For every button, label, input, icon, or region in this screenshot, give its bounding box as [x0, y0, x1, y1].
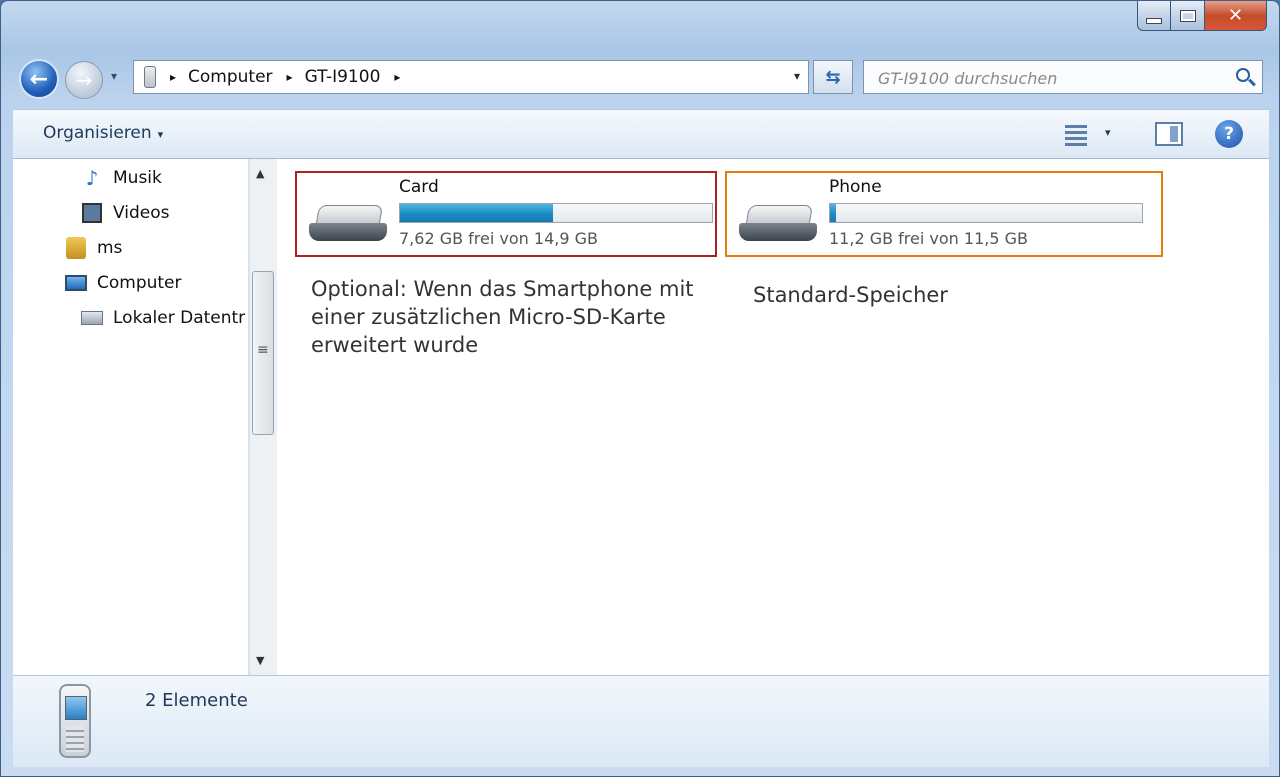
minimize-icon: [1146, 17, 1162, 24]
forward-button[interactable]: →: [65, 61, 103, 99]
drive-phone[interactable]: Phone 11,2 GB frei von 11,5 GB: [725, 171, 1163, 257]
sidebar-item-local-disk[interactable]: Lokaler Datentr: [81, 307, 245, 329]
forward-arrow-icon: →: [75, 68, 93, 92]
navigation-bar: ← → ▾ ▸ Computer ▸ GT-I9100 ▸ ▾ ⇆: [1, 53, 1279, 103]
refresh-button[interactable]: ⇆: [813, 60, 853, 94]
address-dropdown-icon[interactable]: ▾: [794, 69, 800, 83]
explorer-window: ✕ ← → ▾ ▸ Computer ▸ GT-I9100 ▸ ▾ ⇆ Orga…: [0, 0, 1280, 777]
breadcrumb-computer[interactable]: Computer: [188, 67, 273, 87]
command-bar: Organisieren ▾ ▾ ?: [13, 109, 1269, 159]
view-options-icon[interactable]: [1065, 122, 1093, 148]
search-box[interactable]: [863, 60, 1263, 95]
sidebar-item-computer[interactable]: Computer: [65, 272, 182, 294]
recent-pages-button[interactable]: ▾: [111, 69, 117, 83]
sidebar-item-musik[interactable]: ♪ Musik: [81, 166, 162, 190]
close-button[interactable]: ✕: [1205, 1, 1267, 31]
music-icon: ♪: [85, 166, 99, 190]
removable-drive-icon: [309, 205, 387, 245]
annotation-card: Optional: Wenn das Smartphone mit einer …: [311, 277, 694, 357]
breadcrumb-separator-icon[interactable]: ▸: [170, 70, 176, 84]
maximize-button[interactable]: [1171, 1, 1205, 31]
minimize-button[interactable]: [1137, 1, 1171, 31]
annotation-phone: Standard-Speicher: [753, 283, 948, 307]
search-icon[interactable]: [1236, 68, 1250, 82]
chevron-down-icon: ▾: [157, 128, 164, 141]
video-icon: [82, 203, 102, 223]
close-icon: ✕: [1227, 5, 1244, 26]
refresh-icon: ⇆: [825, 66, 841, 88]
caption-buttons: ✕: [1137, 1, 1267, 33]
sidebar-item-label: Lokaler Datentr: [113, 308, 246, 328]
scroll-up-icon[interactable]: ▲: [256, 167, 264, 180]
back-button[interactable]: ←: [19, 59, 59, 99]
phone-icon: [144, 66, 156, 88]
sidebar-item-label: Videos: [113, 203, 170, 223]
sidebar-item-label: ms: [97, 238, 123, 258]
storage-bar: [829, 203, 1143, 223]
breadcrumb-device[interactable]: GT-I9100: [305, 67, 381, 87]
navigation-scrollbar[interactable]: ▲ ▼: [249, 159, 277, 675]
sidebar-item-ms[interactable]: ms: [65, 237, 122, 259]
content-pane: Card 7,62 GB frei von 14,9 GB Phone 11,2…: [277, 159, 1269, 675]
breadcrumb-separator-icon[interactable]: ▸: [287, 70, 293, 84]
drive-free-space: 11,2 GB frei von 11,5 GB: [829, 229, 1028, 248]
navigation-pane: ♪ Musik Videos ms Computer Lokaler Daten…: [13, 159, 249, 675]
scroll-thumb[interactable]: [252, 271, 274, 435]
sidebar-item-label: Computer: [97, 273, 182, 293]
drive-name: Phone: [829, 177, 882, 197]
address-bar[interactable]: ▸ Computer ▸ GT-I9100 ▸ ▾: [133, 60, 809, 94]
sidebar-item-videos[interactable]: Videos: [81, 202, 170, 224]
removable-drive-icon: [739, 205, 817, 245]
drive-name: Card: [399, 177, 439, 197]
drive-card[interactable]: Card 7,62 GB frei von 14,9 GB: [295, 171, 717, 257]
preview-pane-icon[interactable]: [1155, 122, 1183, 146]
help-icon[interactable]: ?: [1215, 120, 1243, 148]
organize-label: Organisieren: [43, 123, 152, 143]
view-options-dropdown-icon[interactable]: ▾: [1105, 126, 1111, 139]
item-count: 2 Elemente: [145, 690, 248, 711]
computer-icon: [65, 275, 87, 291]
back-arrow-icon: ←: [29, 66, 49, 92]
storage-bar-fill: [400, 204, 553, 222]
storage-bar: [399, 203, 713, 223]
details-pane: 2 Elemente: [13, 675, 1269, 767]
organize-menu-button[interactable]: Organisieren ▾: [43, 123, 163, 143]
user-folder-icon: [66, 237, 86, 259]
chevron-down-icon: ▾: [111, 69, 118, 83]
drive-free-space: 7,62 GB frei von 14,9 GB: [399, 229, 598, 248]
sidebar-item-label: Musik: [113, 168, 162, 188]
search-input[interactable]: [864, 61, 1240, 95]
phone-icon: [59, 684, 91, 758]
storage-bar-fill: [830, 204, 837, 222]
scroll-down-icon[interactable]: ▼: [256, 654, 264, 667]
maximize-icon: [1179, 9, 1196, 22]
breadcrumb-separator-icon[interactable]: ▸: [394, 70, 400, 84]
local-disk-icon: [81, 311, 103, 325]
